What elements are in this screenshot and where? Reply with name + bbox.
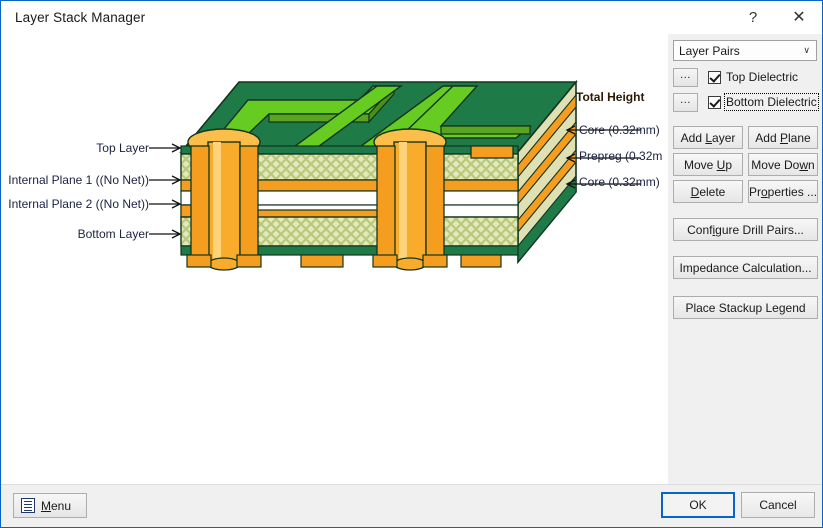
top-dielectric-checkbox[interactable]	[708, 70, 721, 84]
move-up-button-label: Move Up	[683, 157, 733, 172]
menu-list-icon	[21, 498, 35, 513]
label-prepreg: Prepreg (0.32m	[579, 149, 663, 163]
label-internal-plane-2: Internal Plane 2 ((No Net))	[8, 197, 149, 211]
move-down-button-label: Move Down	[751, 157, 815, 172]
controls-panel: Layer Pairs ∨ ... Top Dielectric ... Bot…	[668, 34, 822, 484]
layer-pairs-dropdown-value: Layer Pairs	[679, 43, 740, 58]
label-top-layer: Top Layer	[96, 141, 149, 155]
layer-stack-manager-window: Layer Stack Manager ? ✕ Top Layer Intern…	[0, 0, 823, 528]
left-leader-lines	[149, 143, 182, 239]
label-total-height: Total Height	[576, 90, 645, 104]
delete-button-label: Delete	[690, 184, 726, 199]
configure-drill-pairs-button-label: Configure Drill Pairs...	[687, 222, 804, 237]
label-internal-plane-1: Internal Plane 1 ((No Net))	[8, 173, 149, 187]
label-bottom-layer: Bottom Layer	[77, 227, 149, 241]
title-bar: Layer Stack Manager ? ✕	[1, 1, 822, 33]
pcb-stackup-illustration	[149, 79, 641, 271]
label-core-bottom: Core (0.32mm)	[579, 175, 660, 189]
add-layer-button-label: Add Layer	[680, 130, 736, 145]
close-icon[interactable]: ✕	[776, 1, 822, 33]
add-plane-button-label: Add Plane	[755, 130, 811, 145]
window-title: Layer Stack Manager	[15, 9, 146, 25]
layer-pairs-dropdown[interactable]: Layer Pairs ∨	[673, 40, 817, 61]
bottom-dielectric-browse-button[interactable]: ...	[673, 92, 698, 112]
top-dielectric-label: Top Dielectric	[726, 70, 799, 84]
menu-button[interactable]: Menu	[13, 493, 87, 518]
top-dielectric-browse-button[interactable]: ...	[673, 67, 698, 87]
top-dielectric-row: ... Top Dielectric	[673, 67, 798, 87]
help-icon[interactable]: ?	[730, 1, 776, 33]
footer-bar: Menu OK Cancel	[1, 484, 822, 527]
delete-button[interactable]: Delete	[673, 180, 743, 203]
bottom-dielectric-row: ... Bottom Dielectric	[673, 92, 819, 112]
properties-button[interactable]: Properties ...	[748, 180, 818, 203]
cancel-button[interactable]: Cancel	[741, 492, 815, 518]
main-content: Top Layer Internal Plane 1 ((No Net)) In…	[1, 33, 822, 484]
ok-button[interactable]: OK	[661, 492, 735, 518]
add-layer-button[interactable]: Add Layer	[673, 126, 743, 149]
bottom-dielectric-checkbox[interactable]	[708, 95, 721, 109]
impedance-calculation-button-label: Impedance Calculation...	[679, 260, 812, 275]
menu-button-label: Menu	[41, 498, 72, 513]
configure-drill-pairs-button[interactable]: Configure Drill Pairs...	[673, 218, 818, 241]
place-stackup-legend-button-label: Place Stackup Legend	[685, 300, 806, 315]
title-bar-buttons: ? ✕	[730, 1, 822, 33]
stackup-preview-canvas[interactable]: Top Layer Internal Plane 1 ((No Net)) In…	[1, 34, 668, 484]
cancel-button-label: Cancel	[759, 498, 797, 512]
move-up-button[interactable]: Move Up	[673, 153, 743, 176]
move-down-button[interactable]: Move Down	[748, 153, 818, 176]
impedance-calculation-button[interactable]: Impedance Calculation...	[673, 256, 818, 279]
chevron-down-icon: ∨	[803, 45, 810, 55]
add-plane-button[interactable]: Add Plane	[748, 126, 818, 149]
bottom-dielectric-label: Bottom Dielectric	[724, 93, 819, 111]
place-stackup-legend-button[interactable]: Place Stackup Legend	[673, 296, 818, 319]
label-core-top: Core (0.32mm)	[579, 123, 660, 137]
ok-button-label: OK	[689, 498, 707, 512]
properties-button-label: Properties ...	[748, 184, 818, 199]
